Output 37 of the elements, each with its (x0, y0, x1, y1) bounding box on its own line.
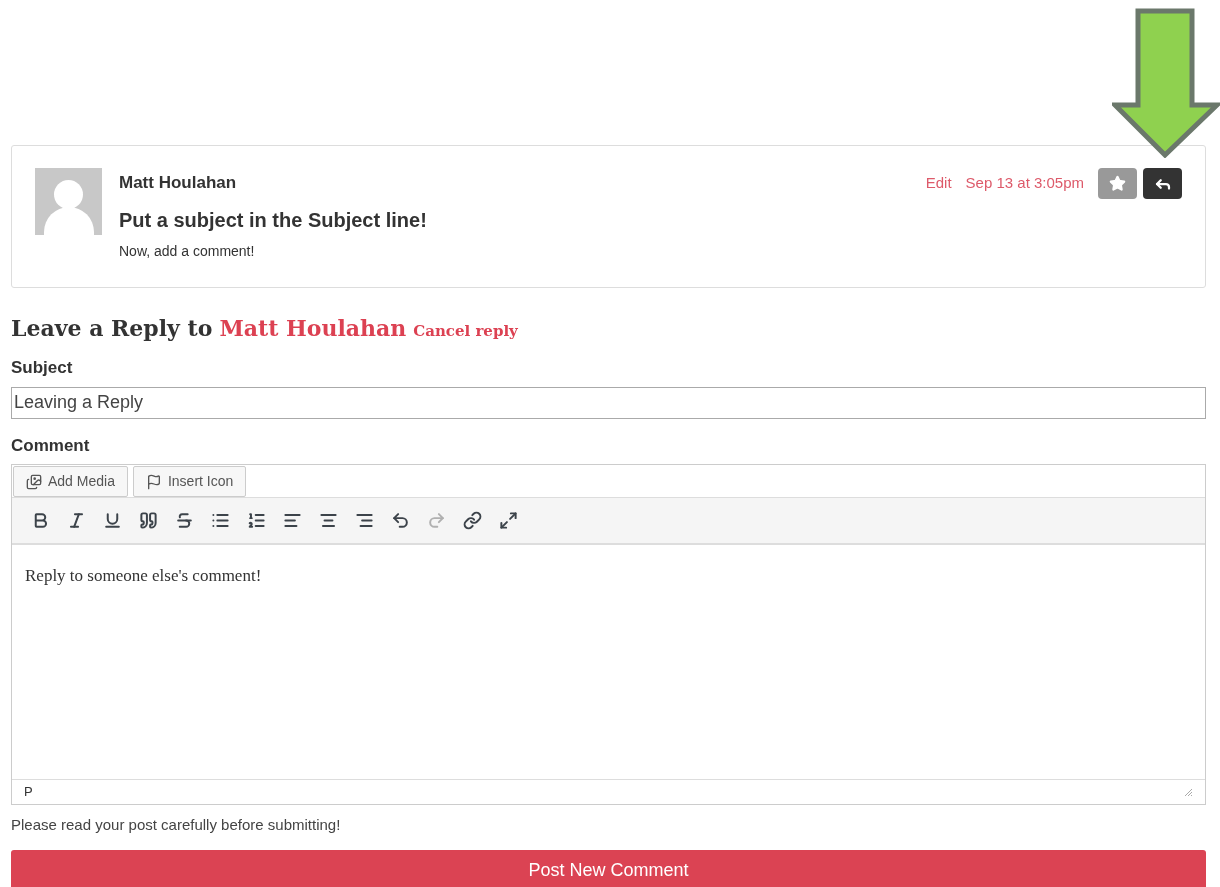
subject-label: Subject (11, 357, 74, 379)
element-path: P (24, 783, 33, 802)
media-button[interactable]: Add Media (13, 466, 128, 497)
media-icon (26, 473, 42, 490)
reply-to-name: Matt Houlahan (219, 314, 407, 343)
comment-label: Comment (11, 434, 91, 457)
numbered-list-icon (246, 511, 266, 530)
comment-date[interactable]: Sep 13 at 3:05pm (965, 172, 1084, 195)
align-left-icon (282, 511, 302, 530)
reply-button[interactable] (1143, 168, 1182, 199)
underline-icon (102, 511, 122, 530)
comment-body: Now, add a comment! (119, 242, 256, 261)
flag-icon (145, 473, 162, 490)
edit-link[interactable]: Edit (925, 172, 952, 195)
star-icon (1109, 175, 1126, 192)
redo-icon (426, 511, 446, 530)
comment-author: Matt Houlahan (119, 172, 237, 194)
undo-icon (390, 511, 410, 530)
media-button[interactable]: Insert Icon (132, 466, 247, 497)
bulleted-list-icon (210, 511, 230, 530)
fullscreen-icon (498, 511, 518, 530)
comment-subject: Put a subject in the Subject line! (119, 208, 428, 233)
avatar-placeholder (35, 168, 102, 235)
editor-text: Reply to someone else's comment! (25, 566, 262, 585)
submit-note: Please read your post carefully before submitting! (11, 815, 342, 835)
favorite-button[interactable] (1098, 168, 1137, 199)
align-center-icon (318, 511, 338, 530)
post-comment-button[interactable]: Post New Comment (11, 849, 1206, 887)
strikethrough-icon (174, 511, 194, 530)
quote-icon (138, 511, 158, 530)
subject-field[interactable]: Leaving a Reply (11, 386, 1206, 419)
link-icon (462, 511, 482, 530)
align-right-icon (354, 511, 374, 530)
reply-heading: Leave a Reply to (11, 314, 213, 343)
resize-handle-icon (1184, 787, 1193, 797)
editor-area[interactable]: Reply to someone else's comment! (12, 545, 1205, 779)
cancel-reply-link[interactable]: Cancel reply (413, 320, 518, 343)
